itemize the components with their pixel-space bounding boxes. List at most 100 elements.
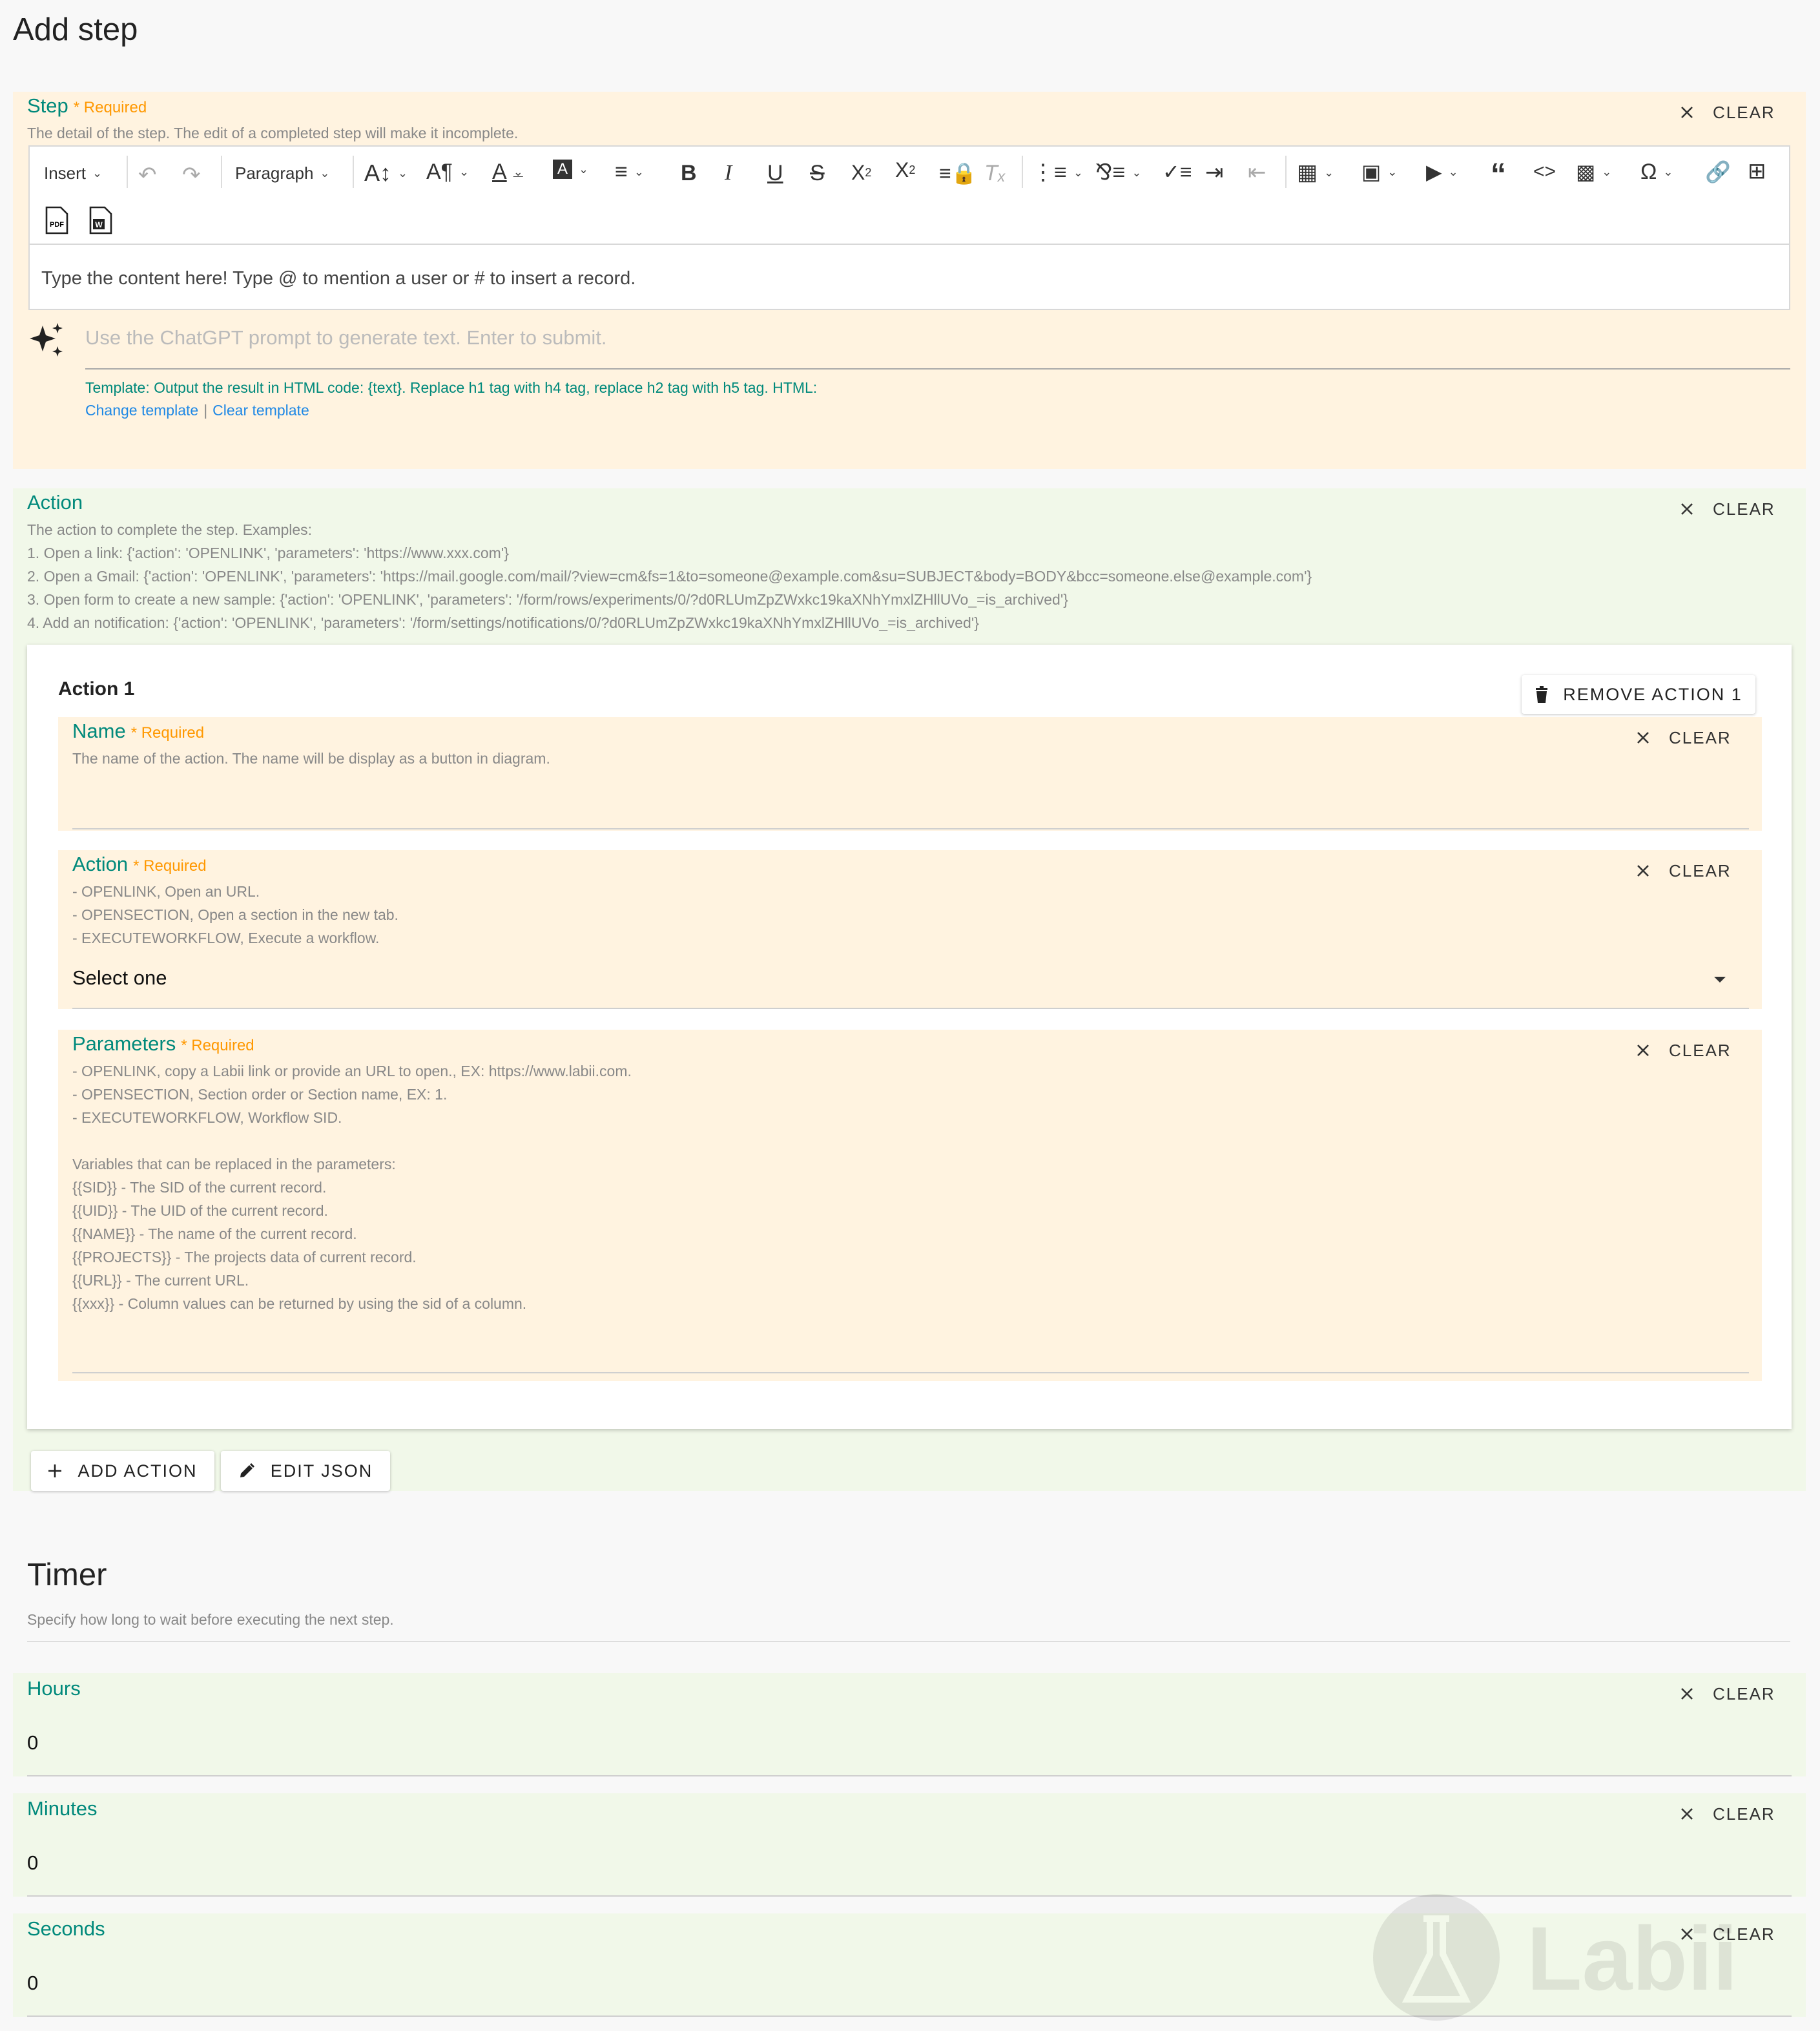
strikethrough-icon[interactable]: S (810, 161, 825, 186)
plus-icon (48, 1464, 62, 1477)
export-word-icon[interactable]: W (88, 206, 114, 234)
pencil-icon (240, 1463, 254, 1477)
outdent-icon[interactable]: ⇤ (1248, 160, 1267, 185)
bulleted-list-icon[interactable]: ⋮≡ ⌄ (1032, 160, 1083, 185)
minutes-label: Minutes (27, 1797, 98, 1820)
minutes-clear-button[interactable]: CLEAR (1679, 1801, 1775, 1827)
media-icon[interactable]: ▶ ⌄ (1426, 160, 1458, 184)
font-size-icon[interactable]: A↕ ⌄ (364, 160, 408, 187)
editor-toolbar: Insert ⌄ ↶ ↷ Paragraph ⌄ A↕ ⌄ A¶ ⌄ A ⌄ A ⌄ ≡ ⌄ … (30, 147, 1789, 245)
divider (27, 1641, 1790, 1642)
required-marker: * Required (133, 857, 207, 875)
blockquote-icon[interactable]: “ (1491, 157, 1506, 193)
remove-action-button[interactable]: REMOVE ACTION 1 (1522, 675, 1755, 714)
redo-icon[interactable]: ↷ (182, 162, 201, 188)
clear-template-link[interactable]: Clear template (212, 402, 309, 419)
toolbar-separator (1022, 156, 1023, 188)
step-clear-button[interactable]: CLEAR (1679, 99, 1775, 125)
indent-icon[interactable]: ⇥ (1205, 160, 1224, 185)
required-marker: * Required (73, 99, 147, 116)
svg-text:W: W (95, 220, 103, 229)
export-pdf-icon[interactable]: PDF (44, 206, 70, 234)
action-card: Action 1 REMOVE ACTION 1 Name * Required … (27, 645, 1792, 1429)
template-links: Change template | Clear template (85, 402, 309, 419)
background-color-icon[interactable]: A ⌄ (553, 160, 588, 179)
timer-description: Specify how long to wait before executin… (27, 1611, 394, 1628)
dropdown-arrow-icon[interactable] (1714, 977, 1726, 983)
step-description: The detail of the step. The edit of a co… (27, 125, 519, 141)
action-clear-button[interactable]: CLEAR (1679, 496, 1775, 522)
close-icon (1637, 865, 1649, 877)
toolbar-separator (127, 156, 128, 188)
action-description: The action to complete the step. Example… (27, 521, 1312, 631)
add-action-button[interactable]: ADD ACTION (31, 1451, 214, 1491)
code-icon[interactable]: <> (1533, 161, 1556, 183)
action-label: Action (27, 491, 83, 514)
source-editing-icon[interactable]: ▩ ⌄ (1576, 160, 1611, 184)
change-template-link[interactable]: Change template (85, 402, 198, 419)
hours-input[interactable]: 0 (27, 1731, 38, 1755)
seconds-input[interactable]: 0 (27, 1972, 38, 1995)
required-marker: * Required (181, 1037, 254, 1054)
align-icon[interactable]: ≡ ⌄ (615, 160, 644, 185)
labii-logo: Labii (1373, 1894, 1738, 2021)
page-title: Add step (13, 12, 138, 47)
parameters-label: Parameters * Required (72, 1032, 254, 1055)
sparkle-icon (30, 323, 63, 357)
minutes-field: Minutes CLEAR 0 (13, 1793, 1806, 1897)
numbered-list-icon[interactable]: ⅋≡ ⌄ (1095, 160, 1141, 185)
action-select-field: Action * Required - OPENLINK, Open an URL… (58, 850, 1762, 1009)
parameters-description: - OPENLINK, copy a Labii link or provide… (72, 1063, 632, 1312)
close-icon (1681, 1808, 1693, 1820)
name-description: The name of the action. The name will be… (72, 750, 550, 767)
image-icon[interactable]: ▣ ⌄ (1361, 160, 1397, 184)
table-icon[interactable]: ▦ ⌄ (1297, 160, 1334, 185)
labii-logo-text: Labii (1527, 1908, 1738, 2009)
special-characters-icon[interactable]: Ω ⌄ (1640, 160, 1673, 185)
parameters-input[interactable] (72, 1372, 1749, 1373)
action-select[interactable]: Select one (72, 966, 167, 990)
name-clear-button[interactable]: CLEAR (1635, 725, 1732, 751)
hours-clear-button[interactable]: CLEAR (1679, 1681, 1775, 1707)
superscript-icon[interactable]: X2 (895, 158, 915, 182)
remove-format-icon[interactable]: Tₓ (984, 161, 1006, 186)
edit-json-button[interactable]: EDIT JSON (221, 1451, 390, 1491)
required-marker: * Required (130, 724, 205, 742)
timer-title: Timer (27, 1557, 107, 1592)
trash-icon (1536, 686, 1548, 703)
editor-content[interactable]: Type the content here! Type @ to mention… (41, 268, 636, 289)
name-input[interactable] (72, 828, 1749, 829)
seconds-label: Seconds (27, 1917, 105, 1940)
action-select-label: Action * Required (72, 853, 207, 875)
chatgpt-prompt-input[interactable]: Use the ChatGPT prompt to generate text.… (85, 326, 607, 349)
template-text: Template: Output the result in HTML code… (85, 379, 818, 396)
rich-text-editor: Insert ⌄ ↶ ↷ Paragraph ⌄ A↕ ⌄ A¶ ⌄ A ⌄ A ⌄ ≡ ⌄ … (28, 145, 1790, 310)
insert-dropdown[interactable]: Insert ⌄ (44, 163, 102, 183)
link-icon[interactable]: 🔗 (1705, 160, 1731, 184)
toolbar-separator (353, 156, 354, 188)
bold-icon[interactable]: B (681, 161, 697, 186)
font-family-icon[interactable]: A¶ ⌄ (426, 160, 469, 185)
minutes-input[interactable]: 0 (27, 1851, 38, 1875)
hours-label: Hours (27, 1677, 81, 1700)
italic-icon[interactable]: I (725, 161, 732, 185)
font-color-icon[interactable]: A ⌄ (492, 160, 523, 185)
action-card-title: Action 1 (58, 678, 135, 700)
undo-icon[interactable]: ↶ (138, 162, 157, 188)
hours-underline (27, 1775, 1792, 1776)
action-select-clear-button[interactable]: CLEAR (1635, 858, 1732, 884)
paragraph-dropdown[interactable]: Paragraph ⌄ (235, 163, 330, 183)
toolbar-separator (221, 156, 222, 188)
close-icon (1681, 1688, 1693, 1700)
subscript-icon[interactable]: X2 (851, 161, 871, 185)
page-break-icon[interactable]: ⊞ (1748, 158, 1766, 184)
underline-icon[interactable]: U (767, 161, 783, 186)
todo-list-icon[interactable]: ✓≡ (1163, 160, 1192, 184)
step-label: Step * Required (27, 94, 147, 117)
toolbar-separator (1285, 156, 1287, 188)
link-separator: | (203, 402, 208, 419)
parameters-clear-button[interactable]: CLEAR (1635, 1037, 1732, 1063)
prompt-underline (85, 368, 1790, 370)
action-select-description: - OPENLINK, Open an URL. - OPENSECTION, … (72, 883, 398, 946)
restricted-editing-icon[interactable]: ≡🔒 (939, 161, 977, 185)
